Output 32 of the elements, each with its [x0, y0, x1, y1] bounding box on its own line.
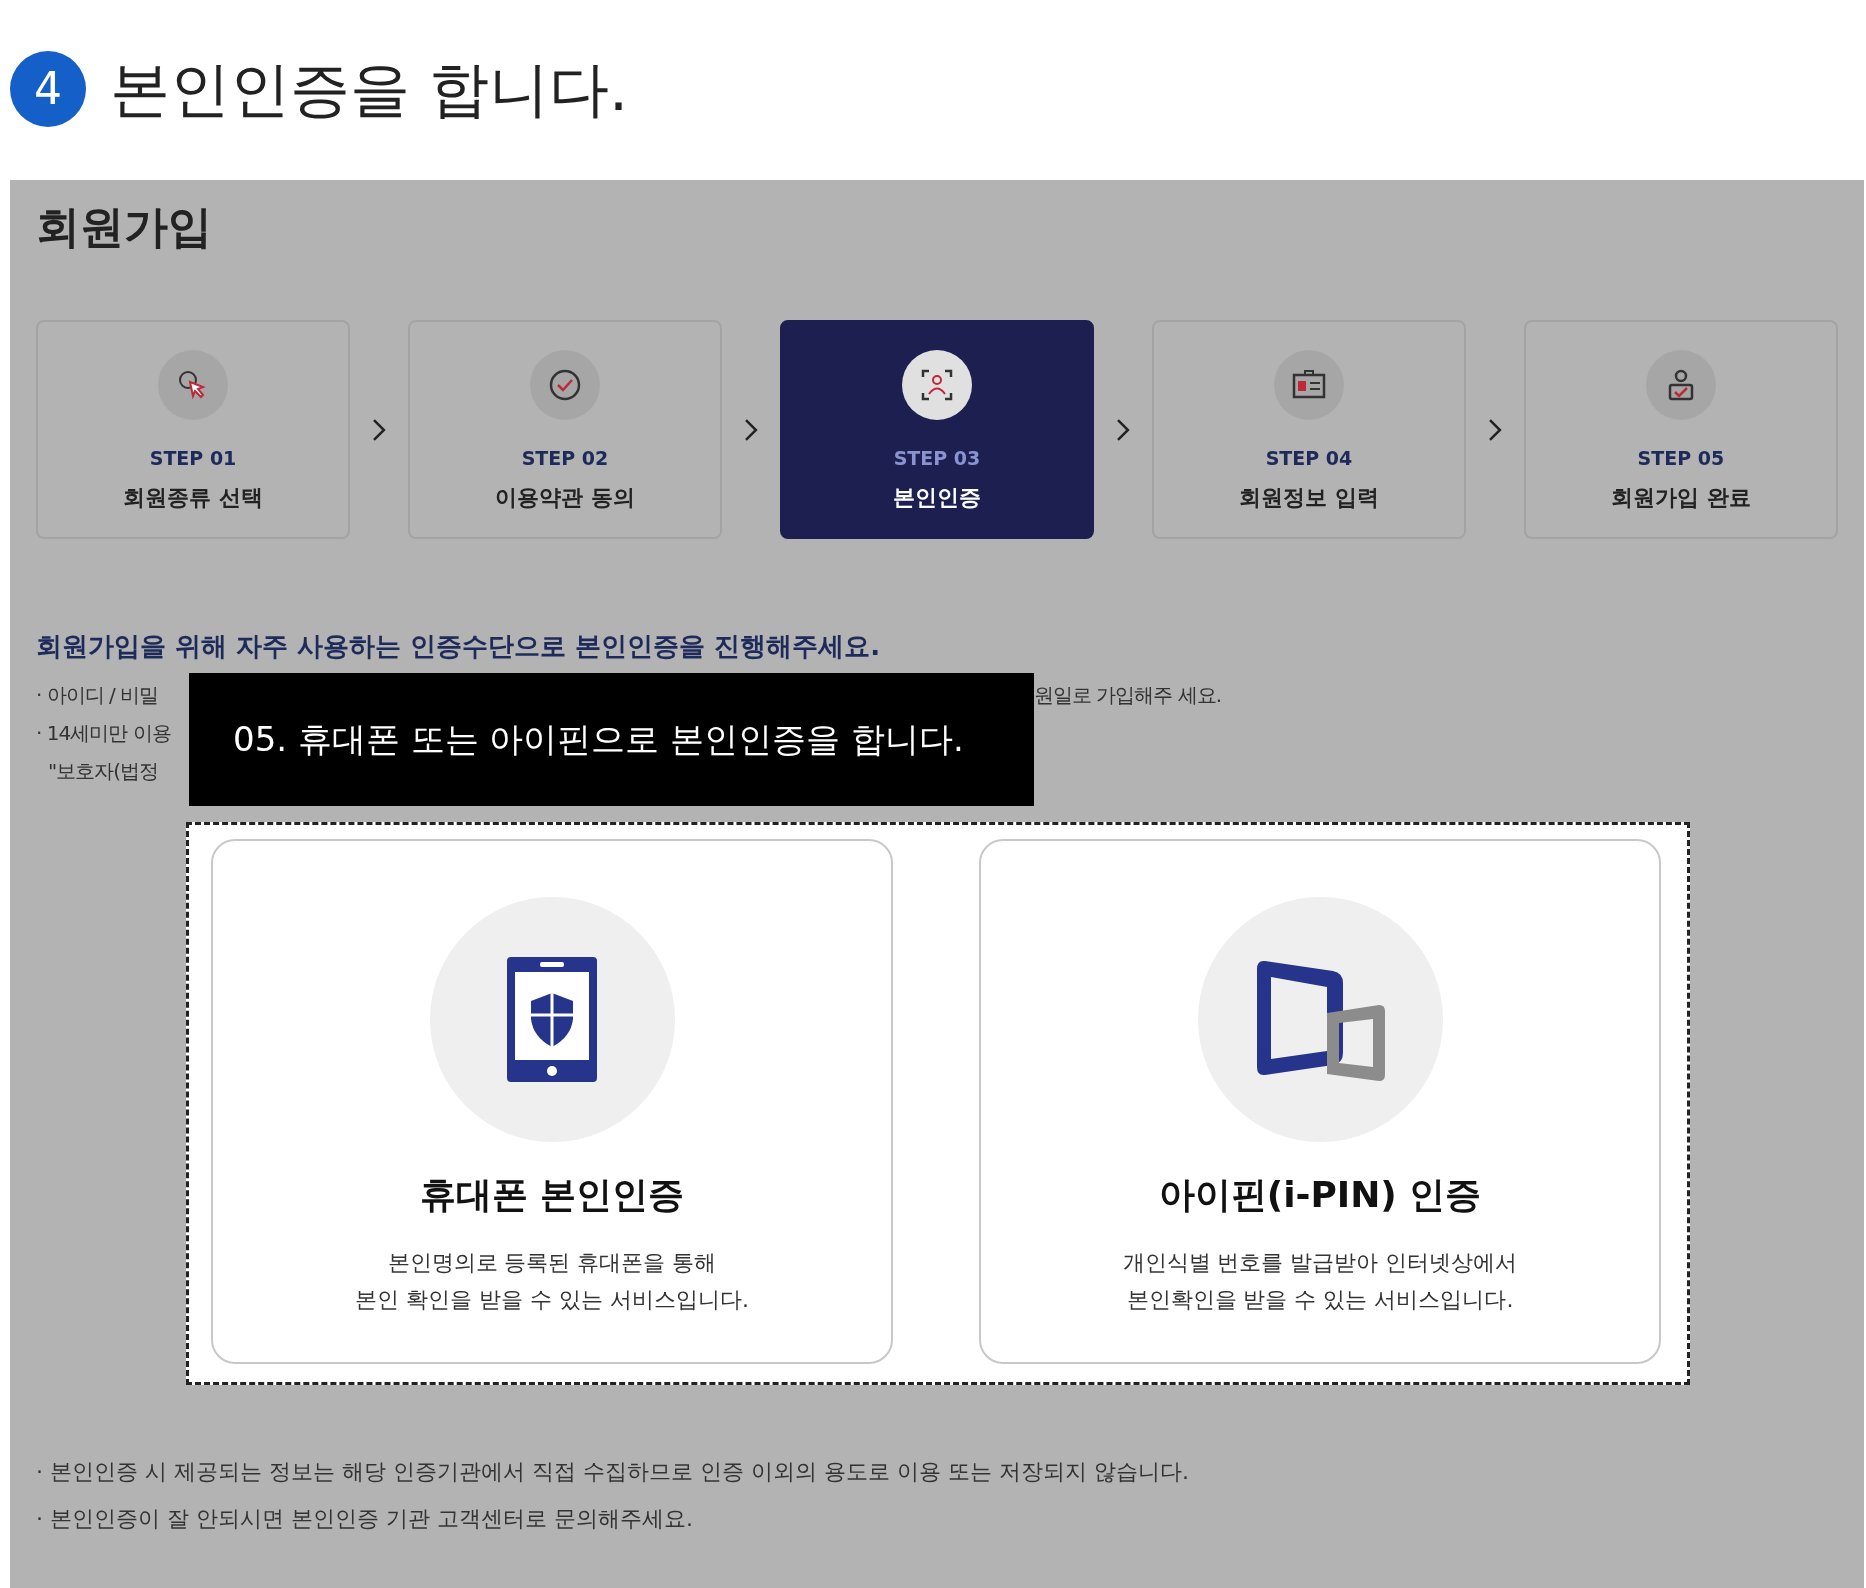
chevron-icon — [744, 417, 758, 442]
heading: 본인인증을 합니다. — [110, 53, 629, 126]
option-description: 개인식별 번호를 발급받아 인터넷상에서 본인확인을 받을 수 있는 서비스입니다. — [1122, 1249, 1518, 1314]
phone-shield-icon — [507, 957, 597, 1082]
chevron-icon — [1116, 417, 1130, 442]
step-label: STEP 02 — [521, 446, 609, 471]
option-card[interactable]: 휴대폰 본인인증 본인명의로 등록된 휴대폰을 통해 본인 확인을 받을 수 있는 서비스입니다. — [211, 839, 893, 1364]
note-text: "보호자(법정 — [48, 758, 158, 785]
step-label: STEP 03 — [893, 446, 981, 471]
step-label: STEP 05 — [1637, 446, 1725, 471]
footer-note: · 본인인증이 잘 안되시면 본인인증 기관 고객센터로 문의해주세요. — [36, 1505, 694, 1533]
note-text: 원일로 가입해주 세요. — [1034, 682, 1222, 709]
step-name: 회원종류 선택 — [123, 483, 263, 512]
page-title: 회원가입 — [36, 200, 213, 254]
option-title: 아이핀(i-PIN) 인증 — [1158, 1173, 1482, 1217]
option-title: 휴대폰 본인인증 — [419, 1173, 685, 1217]
step-number-badge: 4 — [10, 51, 86, 127]
step-name: 회원가입 완료 — [1611, 483, 1751, 512]
intro-text: 회원가입을 위해 자주 사용하는 인증수단으로 본인인증을 진행해주세요. — [36, 630, 882, 663]
step-label: STEP 01 — [149, 446, 237, 471]
chevron-icon — [372, 417, 386, 442]
step-name: 회원정보 입력 — [1239, 483, 1379, 512]
option-description: 본인명의로 등록된 휴대폰을 통해 본인 확인을 받을 수 있는 서비스입니다. — [355, 1249, 749, 1314]
option-card[interactable]: 아이핀(i-PIN) 인증 개인식별 번호를 발급받아 인터넷상에서 본인확인을 받을 수 있는 서비스입니다. — [979, 839, 1661, 1364]
caption-overlay: 05. 휴대폰 또는 아이핀으로 본인인증을 합니다. — [189, 673, 1034, 806]
step-label: STEP 04 — [1265, 446, 1353, 471]
chevron-icon — [1487, 417, 1502, 442]
footer-note: · 본인인증 시 제공되는 정보는 해당 인증기관에서 직접 수집하므로 인증 이외의 용도로 이용 또는 저장되지 않습니다. — [36, 1458, 1190, 1486]
step-name: 본인인증 — [892, 483, 981, 512]
note-text: · 아이디 / 비밀 — [36, 682, 160, 709]
step-name: 이용약관 동의 — [495, 483, 635, 512]
note-text: · 14세미만 이용 — [36, 720, 171, 747]
